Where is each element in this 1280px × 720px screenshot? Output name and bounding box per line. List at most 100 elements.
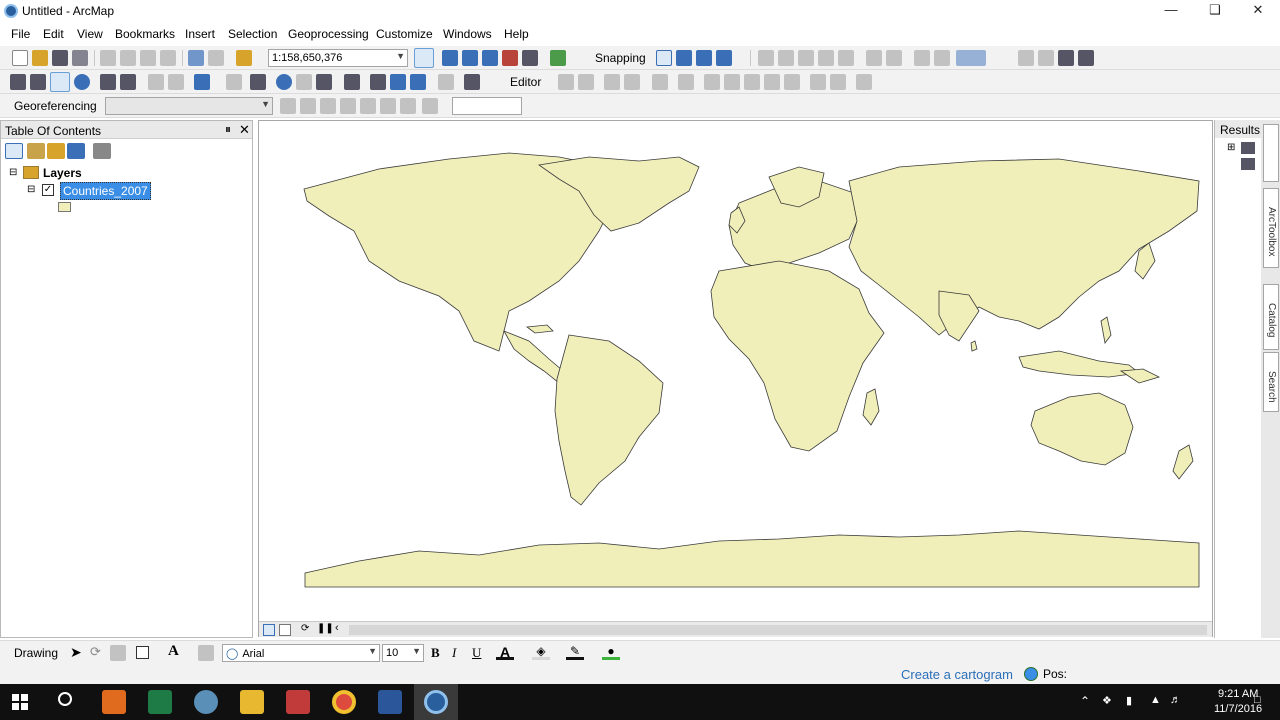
view-link-table-icon[interactable] bbox=[380, 98, 396, 114]
menu-file[interactable]: File bbox=[11, 27, 30, 41]
previous-extent-layout-icon[interactable] bbox=[914, 50, 930, 66]
time-slider-icon[interactable] bbox=[438, 74, 454, 90]
next-extent-layout-icon[interactable] bbox=[934, 50, 950, 66]
auto-registration-icon[interactable] bbox=[360, 98, 376, 114]
menu-insert[interactable]: Insert bbox=[185, 27, 215, 41]
zoom-in-icon[interactable] bbox=[10, 74, 26, 90]
font-combo[interactable]: ◯ Arial ▼ bbox=[222, 644, 380, 662]
scroll-left-icon[interactable]: ‹ bbox=[335, 622, 339, 634]
point-snapping-icon[interactable] bbox=[656, 50, 672, 66]
edit-vertices-icon[interactable] bbox=[704, 74, 720, 90]
rotation-input[interactable] bbox=[452, 97, 522, 115]
select-elements-icon[interactable] bbox=[250, 74, 266, 90]
straight-segment-icon[interactable] bbox=[604, 74, 620, 90]
fixed-zoom-out-icon[interactable] bbox=[886, 50, 902, 66]
pause-drawing-icon[interactable]: ❚❚ bbox=[317, 623, 334, 634]
pin-icon[interactable]: ⏸ bbox=[225, 122, 231, 137]
menu-edit[interactable]: Edit bbox=[43, 27, 64, 41]
dropbox-icon[interactable]: ❖ bbox=[1102, 694, 1112, 707]
layers-collapse-icon[interactable]: ⊟ bbox=[9, 167, 17, 178]
minimize-button[interactable]: — bbox=[1156, 2, 1186, 20]
underline-button[interactable]: U bbox=[472, 645, 481, 661]
menu-selection[interactable]: Selection bbox=[228, 27, 277, 41]
arcmap-taskbar-icon[interactable] bbox=[424, 690, 448, 714]
reshape-icon[interactable] bbox=[724, 74, 740, 90]
notifications-icon[interactable]: □ bbox=[1254, 694, 1261, 706]
go-forward-icon[interactable] bbox=[168, 74, 184, 90]
add-control-points-icon[interactable] bbox=[340, 98, 356, 114]
marker-color-icon[interactable]: ● bbox=[602, 644, 620, 660]
measure-icon[interactable] bbox=[344, 74, 360, 90]
zoom-100-icon[interactable] bbox=[838, 50, 854, 66]
list-by-drawing-order-icon[interactable] bbox=[5, 143, 23, 159]
table-of-contents-icon[interactable] bbox=[442, 50, 458, 66]
menu-customize[interactable]: Customize bbox=[376, 27, 433, 41]
cut-icon[interactable] bbox=[100, 50, 116, 66]
fixed-zoom-out-map-icon[interactable] bbox=[120, 74, 136, 90]
map-scale-combo[interactable]: 1:158,650,376 ▼ bbox=[268, 49, 408, 67]
change-layout-icon[interactable] bbox=[1058, 50, 1074, 66]
font-color-icon[interactable]: A bbox=[496, 644, 514, 660]
side-tab-arctoolbox[interactable]: ArcToolbox bbox=[1263, 188, 1279, 268]
delete-icon[interactable] bbox=[160, 50, 176, 66]
search-icon[interactable] bbox=[58, 692, 72, 706]
side-tab-results[interactable] bbox=[1263, 124, 1279, 182]
layout-zoom-out-icon[interactable] bbox=[778, 50, 794, 66]
undo-icon[interactable] bbox=[188, 50, 204, 66]
layer-collapse-icon[interactable]: ⊟ bbox=[27, 184, 35, 195]
list-by-source-icon[interactable] bbox=[27, 143, 45, 159]
rotate-georef-icon[interactable] bbox=[280, 98, 296, 114]
layer-visibility-checkbox[interactable]: ✓ bbox=[42, 184, 54, 196]
sketch-properties-icon[interactable] bbox=[830, 74, 846, 90]
identify-icon[interactable] bbox=[276, 74, 292, 90]
store-icon[interactable] bbox=[286, 690, 310, 714]
catalog-icon[interactable] bbox=[462, 50, 478, 66]
side-tab-catalog[interactable]: Catalog bbox=[1263, 284, 1279, 350]
horizontal-scrollbar[interactable] bbox=[349, 625, 1207, 635]
layout-view-icon[interactable] bbox=[279, 624, 291, 636]
model-builder-icon[interactable] bbox=[550, 50, 566, 66]
endpoint-arc-icon[interactable] bbox=[624, 74, 640, 90]
open-icon[interactable] bbox=[32, 50, 48, 66]
pan-icon[interactable] bbox=[50, 72, 70, 92]
menu-help[interactable]: Help bbox=[504, 27, 529, 41]
zoom-whole-page-icon[interactable] bbox=[818, 50, 834, 66]
trace-icon[interactable] bbox=[652, 74, 668, 90]
chrome-icon[interactable] bbox=[332, 690, 356, 714]
bold-button[interactable]: B bbox=[431, 645, 440, 661]
viewer-icon[interactable] bbox=[400, 98, 416, 114]
clear-selection-icon[interactable] bbox=[226, 74, 242, 90]
layout-zoom-in-icon[interactable] bbox=[758, 50, 774, 66]
edit-annotation-icon[interactable] bbox=[578, 74, 594, 90]
layers-root[interactable]: Layers bbox=[43, 166, 82, 180]
results-expand-icon[interactable]: ⊞ bbox=[1227, 142, 1235, 153]
new-text-tool[interactable]: A bbox=[168, 643, 179, 660]
georeferencing-menu[interactable]: Georeferencing bbox=[14, 99, 97, 113]
data-view-icon[interactable] bbox=[263, 624, 275, 636]
rotate-icon[interactable] bbox=[784, 74, 800, 90]
zoom-out-icon[interactable] bbox=[30, 74, 46, 90]
menu-view[interactable]: View bbox=[77, 27, 103, 41]
paste-icon[interactable] bbox=[140, 50, 156, 66]
presentation-app-icon[interactable] bbox=[102, 690, 126, 714]
data-driven-pages-icon[interactable] bbox=[1078, 50, 1094, 66]
editor-toolbar-icon[interactable] bbox=[414, 48, 434, 68]
layout-zoom-combo[interactable] bbox=[956, 50, 986, 66]
results-shared-icon[interactable] bbox=[1241, 158, 1255, 170]
zoom-to-selected-elements-icon[interactable] bbox=[110, 645, 126, 661]
redo-icon[interactable] bbox=[208, 50, 224, 66]
go-back-icon[interactable] bbox=[148, 74, 164, 90]
add-data-icon[interactable] bbox=[236, 50, 252, 66]
shift-georef-icon[interactable] bbox=[300, 98, 316, 114]
cut-polygons-icon[interactable] bbox=[744, 74, 760, 90]
new-document-icon[interactable] bbox=[12, 50, 28, 66]
tray-expand-icon[interactable]: ⌃ bbox=[1080, 694, 1090, 708]
create-features-icon[interactable] bbox=[856, 74, 872, 90]
split-icon[interactable] bbox=[764, 74, 780, 90]
layer-name[interactable]: Countries_2007 bbox=[60, 182, 151, 200]
create-viewer-icon[interactable] bbox=[464, 74, 480, 90]
rectangle-tool-icon[interactable] bbox=[136, 646, 149, 659]
list-by-selection-icon[interactable] bbox=[67, 143, 85, 159]
refresh-icon[interactable]: ⟳ bbox=[301, 623, 309, 634]
edge-snapping-icon[interactable] bbox=[716, 50, 732, 66]
